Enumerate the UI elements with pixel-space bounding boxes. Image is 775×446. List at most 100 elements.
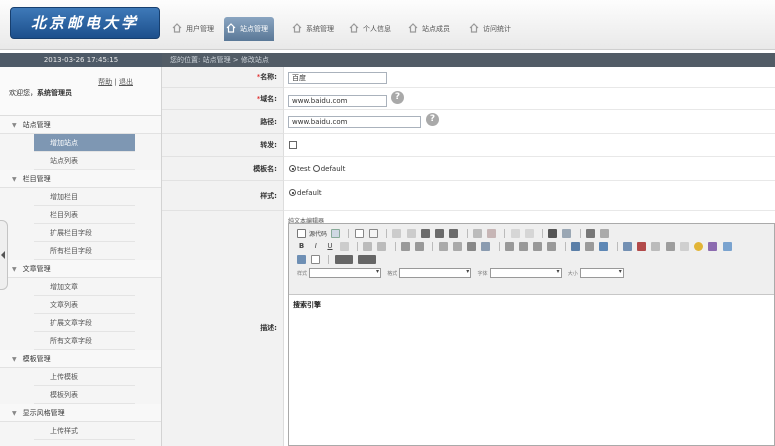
smiley-icon[interactable] xyxy=(694,242,704,251)
subscript-icon[interactable] xyxy=(363,242,373,251)
sidebar-group-site[interactable]: ▼ 站点管理 xyxy=(0,116,161,134)
outdent-icon[interactable] xyxy=(438,242,448,251)
spellcheck-icon[interactable] xyxy=(487,229,497,238)
sidebar-item-add-article[interactable]: 增加文章 xyxy=(34,278,135,296)
path-input[interactable]: www.baidu.com xyxy=(288,116,421,128)
sidebar-group-article[interactable]: ▼ 文章管理 xyxy=(0,260,161,278)
redirect-checkbox[interactable] xyxy=(289,141,297,149)
show-blocks-icon[interactable] xyxy=(311,255,321,264)
strike-icon[interactable] xyxy=(339,242,349,251)
numbered-list-icon[interactable] xyxy=(400,242,410,251)
sidebar-item-column-list[interactable]: 栏目列表 xyxy=(34,206,135,224)
table-icon[interactable] xyxy=(651,242,661,251)
font-select[interactable] xyxy=(489,268,562,278)
link-icon[interactable] xyxy=(570,242,580,251)
div-icon[interactable] xyxy=(481,242,491,251)
sidebar-item-extend-article-fields[interactable]: 扩展文章字段 xyxy=(34,314,135,332)
sidebar-item-template-list[interactable]: 模板列表 xyxy=(34,386,135,404)
collapse-arrow-icon: ▼ xyxy=(12,176,17,183)
tab-system-management[interactable]: 系统管理 xyxy=(290,17,334,41)
sidebar-item-add-column[interactable]: 增加栏目 xyxy=(34,188,135,206)
sidebar-item-upload-style[interactable]: 上传样式 xyxy=(34,422,135,440)
domain-row: www.baidu.com ? xyxy=(284,88,775,110)
tab-access-stats[interactable]: 访问统计 xyxy=(467,17,511,41)
template-radio-default[interactable] xyxy=(312,165,320,172)
toolbar-separator xyxy=(616,242,618,251)
justify-icon[interactable] xyxy=(547,242,557,251)
sidebar-group-column[interactable]: ▼ 栏目管理 xyxy=(0,170,161,188)
copy-icon[interactable] xyxy=(406,229,416,238)
italic-icon[interactable]: I xyxy=(311,242,320,251)
superscript-icon[interactable] xyxy=(377,242,387,251)
undo-icon[interactable] xyxy=(510,229,520,238)
format-select[interactable] xyxy=(399,268,472,278)
flash-icon[interactable] xyxy=(637,242,647,251)
collapse-arrow-icon: ▼ xyxy=(12,266,17,273)
sidebar-item-site-list[interactable]: 站点列表 xyxy=(34,152,135,170)
name-input[interactable]: 百度 xyxy=(288,72,387,84)
tab-site-members[interactable]: 站点成员 xyxy=(406,17,450,41)
sidebar-item-all-column-fields[interactable]: 所有栏目字段 xyxy=(34,242,135,260)
size-select[interactable] xyxy=(579,268,624,278)
tab-user-management[interactable]: 用户管理 xyxy=(170,17,214,41)
style-select[interactable] xyxy=(309,268,382,278)
redo-icon[interactable] xyxy=(524,229,534,238)
font-select-label: 字体 xyxy=(477,270,488,277)
iframe-icon[interactable] xyxy=(722,242,732,251)
sidebar-item-article-list[interactable]: 文章列表 xyxy=(34,296,135,314)
print-icon[interactable] xyxy=(472,229,482,238)
template-radio-test[interactable] xyxy=(289,165,296,172)
bg-color-icon[interactable] xyxy=(357,255,376,264)
select-all-icon[interactable] xyxy=(585,229,595,238)
tab-personal-info[interactable]: 个人信息 xyxy=(347,17,391,41)
special-char-icon[interactable] xyxy=(679,242,689,251)
paste-text-icon[interactable] xyxy=(435,229,445,238)
find-icon[interactable] xyxy=(548,229,558,238)
text-color-icon[interactable] xyxy=(334,255,353,264)
help-link[interactable]: 帮助 xyxy=(98,78,112,86)
preview-icon[interactable] xyxy=(354,229,364,238)
unlink-icon[interactable] xyxy=(585,242,595,251)
tab-site-management[interactable]: 站点管理 xyxy=(224,17,274,41)
indent-icon[interactable] xyxy=(452,242,462,251)
style-row: default xyxy=(284,181,775,211)
bold-icon[interactable]: B xyxy=(297,242,306,251)
sidebar-collapse-handle[interactable] xyxy=(0,220,8,290)
save-icon[interactable] xyxy=(331,229,341,238)
help-icon[interactable]: ? xyxy=(391,91,404,104)
templates-icon[interactable] xyxy=(368,229,378,238)
sidebar-item-all-article-fields[interactable]: 所有文章字段 xyxy=(34,332,135,350)
align-left-icon[interactable] xyxy=(504,242,514,251)
sidebar-item-extend-column-fields[interactable]: 扩展栏目字段 xyxy=(34,224,135,242)
replace-icon[interactable] xyxy=(562,229,572,238)
help-icon[interactable]: ? xyxy=(426,113,439,126)
sidebar-item-upload-template[interactable]: 上传模板 xyxy=(34,368,135,386)
align-right-icon[interactable] xyxy=(533,242,543,251)
home-icon xyxy=(408,23,418,33)
style-radio-default[interactable] xyxy=(289,189,296,196)
anchor-icon[interactable] xyxy=(599,242,609,251)
group-label: 站点管理 xyxy=(22,121,51,129)
logout-link[interactable]: 退出 xyxy=(119,78,133,86)
source-icon[interactable] xyxy=(297,229,306,238)
align-center-icon[interactable] xyxy=(518,242,528,251)
image-icon[interactable] xyxy=(622,242,632,251)
maximize-icon[interactable] xyxy=(297,255,306,264)
sidebar-group-template[interactable]: ▼ 模板管理 xyxy=(0,350,161,368)
paste-word-icon[interactable] xyxy=(449,229,459,238)
blockquote-icon[interactable] xyxy=(467,242,477,251)
bullet-list-icon[interactable] xyxy=(415,242,425,251)
underline-icon[interactable]: U xyxy=(325,242,334,251)
page-break-icon[interactable] xyxy=(708,242,718,251)
cut-icon[interactable] xyxy=(392,229,402,238)
toolbar-separator xyxy=(328,255,330,264)
description-label: 描述: xyxy=(162,211,284,446)
sidebar: 帮助 | 退出 欢迎您，系统管理员 ▼ 站点管理 增加站点 站点列表 ▼ 栏目管理 … xyxy=(0,67,162,446)
sidebar-group-style[interactable]: ▼ 显示风格管理 xyxy=(0,404,161,422)
editor-content[interactable]: 搜索引擎 xyxy=(289,295,774,310)
hr-icon[interactable] xyxy=(665,242,675,251)
domain-input[interactable]: www.baidu.com xyxy=(288,95,387,107)
paste-icon[interactable] xyxy=(420,229,430,238)
sidebar-item-add-site[interactable]: 增加站点 xyxy=(34,134,135,152)
remove-format-icon[interactable] xyxy=(600,229,610,238)
